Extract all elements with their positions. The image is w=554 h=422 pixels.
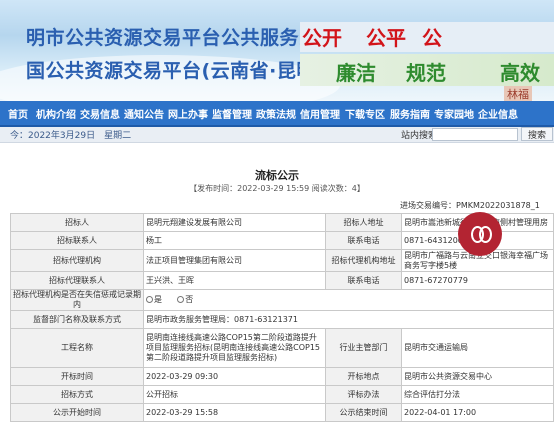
value-bid-method: 公开招标 <box>143 385 326 404</box>
value-notice-end: 2022-04-01 17:00 <box>401 403 554 422</box>
label-supervisor: 监督部门名称及联系方式 <box>10 310 144 329</box>
radio-no[interactable] <box>177 296 185 303</box>
page-title: 流标公示 <box>255 169 299 182</box>
trade-ref-number: 进场交易编号：PMKM2022031878_1 <box>400 201 540 210</box>
slogan-word: 公平 <box>366 26 406 50</box>
value-open-place: 昆明市公共资源交易中心 <box>401 367 554 386</box>
search-button[interactable]: 搜索 <box>521 127 553 141</box>
label-notice-start: 公示开始时间 <box>10 403 144 422</box>
nav-item-online[interactable]: 网上办事 <box>168 106 208 121</box>
table-row: 监督部门名称及联系方式 昆明市政务服务管理局：0871-63121371 <box>10 310 554 329</box>
value-eval-method: 综合评估打分法 <box>401 385 554 404</box>
nav-item-home[interactable]: 首页 <box>8 106 28 121</box>
table-row: 公示开始时间 2022-03-29 15:58 公示结束时间 2022-04-0… <box>10 403 554 422</box>
slogan-word: 高效 <box>500 61 540 85</box>
slogan-word: 廉洁 <box>336 61 376 85</box>
slogan-bottom: 廉洁 规范 高效 <box>300 54 554 86</box>
label-open-time: 开标时间 <box>10 367 144 386</box>
label-bid-method: 招标方式 <box>10 385 144 404</box>
label-contact: 招标联系人 <box>10 231 144 250</box>
floating-badge-icon[interactable] <box>458 212 502 256</box>
value-project-name: 昆明南连接线高速公路COP15第二阶段道路提升项目监理服务招标(昆明南连接线高速… <box>143 328 326 368</box>
nav-item-trade-info[interactable]: 交易信息 <box>80 106 120 121</box>
nav-item-supervision[interactable]: 监督管理 <box>212 106 252 121</box>
table-row: 开标时间 2022-03-29 09:30 开标地点 昆明市公共资源交易中心 <box>10 367 554 386</box>
label-agency-phone: 联系电话 <box>325 271 402 290</box>
main-nav: 首页 机构介绍 交易信息 通知公告 网上办事 监督管理 政策法规 信用管理 下载… <box>0 101 554 127</box>
info-bar: 今：2022年3月29日 星期二 站内搜索 搜索 <box>0 127 554 143</box>
nav-item-guide[interactable]: 服务指南 <box>390 106 430 121</box>
nav-item-notices[interactable]: 通知公告 <box>124 106 164 121</box>
label-dishonesty-record: 招标代理机构是否在失信惩戒记录期内 <box>10 289 144 311</box>
site-title-line2: 国公共资源交易平台(云南省·昆明 <box>26 60 316 82</box>
value-contact: 杨工 <box>143 231 326 250</box>
value-agency-phone: 0871-67270779 <box>401 271 554 290</box>
header-banner: 明市公共资源交易平台公共服务系 国公共资源交易平台(云南省·昆明 公开 公平 公… <box>0 0 554 101</box>
radio-no-label: 否 <box>185 295 194 304</box>
banner-seal: 林福 <box>504 86 532 101</box>
label-agency: 招标代理机构 <box>10 249 144 272</box>
nav-item-enterprise[interactable]: 企业信息 <box>478 106 518 121</box>
slogan-top: 公开 公平 公 <box>300 22 554 52</box>
label-tenderer-address: 招标人地址 <box>325 213 402 232</box>
slogan-word: 公开 <box>302 26 342 50</box>
search-input[interactable] <box>432 128 518 141</box>
slogan-word: 公 <box>422 26 442 50</box>
table-row: 招标方式 公开招标 评标办法 综合评估打分法 <box>10 385 554 404</box>
label-agency-address: 招标代理机构地址 <box>325 249 402 272</box>
publish-info: 【发布时间：2022-03-29 15:59 阅读次数：4】 <box>189 184 365 193</box>
slogan-word: 规范 <box>406 61 446 85</box>
label-eval-method: 评标办法 <box>325 385 402 404</box>
value-notice-start: 2022-03-29 15:58 <box>143 403 326 422</box>
nav-item-about[interactable]: 机构介绍 <box>36 106 76 121</box>
label-authority: 行业主管部门 <box>325 328 402 368</box>
value-agency: 法正项目管理集团有限公司 <box>143 249 326 272</box>
label-notice-end: 公示结束时间 <box>325 403 402 422</box>
value-authority: 昆明市交通运输局 <box>401 328 554 368</box>
table-row: 招标代理联系人 王兴洪、王晖 联系电话 0871-67270779 <box>10 271 554 290</box>
label-phone: 联系电话 <box>325 231 402 250</box>
value-agency-contact: 王兴洪、王晖 <box>143 271 326 290</box>
nav-item-download[interactable]: 下载专区 <box>345 106 385 121</box>
value-supervisor: 昆明市政务服务管理局：0871-63121371 <box>143 310 554 329</box>
table-row: 招标代理机构是否在失信惩戒记录期内 是 否 <box>10 289 554 311</box>
label-open-place: 开标地点 <box>325 367 402 386</box>
site-title-line1: 明市公共资源交易平台公共服务系 <box>26 27 319 49</box>
current-date: 今：2022年3月29日 星期二 <box>10 131 132 141</box>
value-dishonesty-record: 是 否 <box>143 289 554 311</box>
label-agency-contact: 招标代理联系人 <box>10 271 144 290</box>
nav-item-credit[interactable]: 信用管理 <box>300 106 340 121</box>
radio-yes[interactable] <box>146 296 153 303</box>
label-project-name: 工程名称 <box>10 328 144 368</box>
label-tenderer: 招标人 <box>10 213 144 232</box>
badge-ring-right <box>479 226 492 243</box>
nav-item-policy[interactable]: 政策法规 <box>256 106 296 121</box>
value-open-time: 2022-03-29 09:30 <box>143 367 326 386</box>
radio-yes-label: 是 <box>154 295 162 304</box>
value-tenderer: 昆明元翔建设发展有限公司 <box>143 213 326 232</box>
nav-item-experts[interactable]: 专家园地 <box>434 106 474 121</box>
table-row: 工程名称 昆明南连接线高速公路COP15第二阶段道路提升项目监理服务招标(昆明南… <box>10 328 554 368</box>
